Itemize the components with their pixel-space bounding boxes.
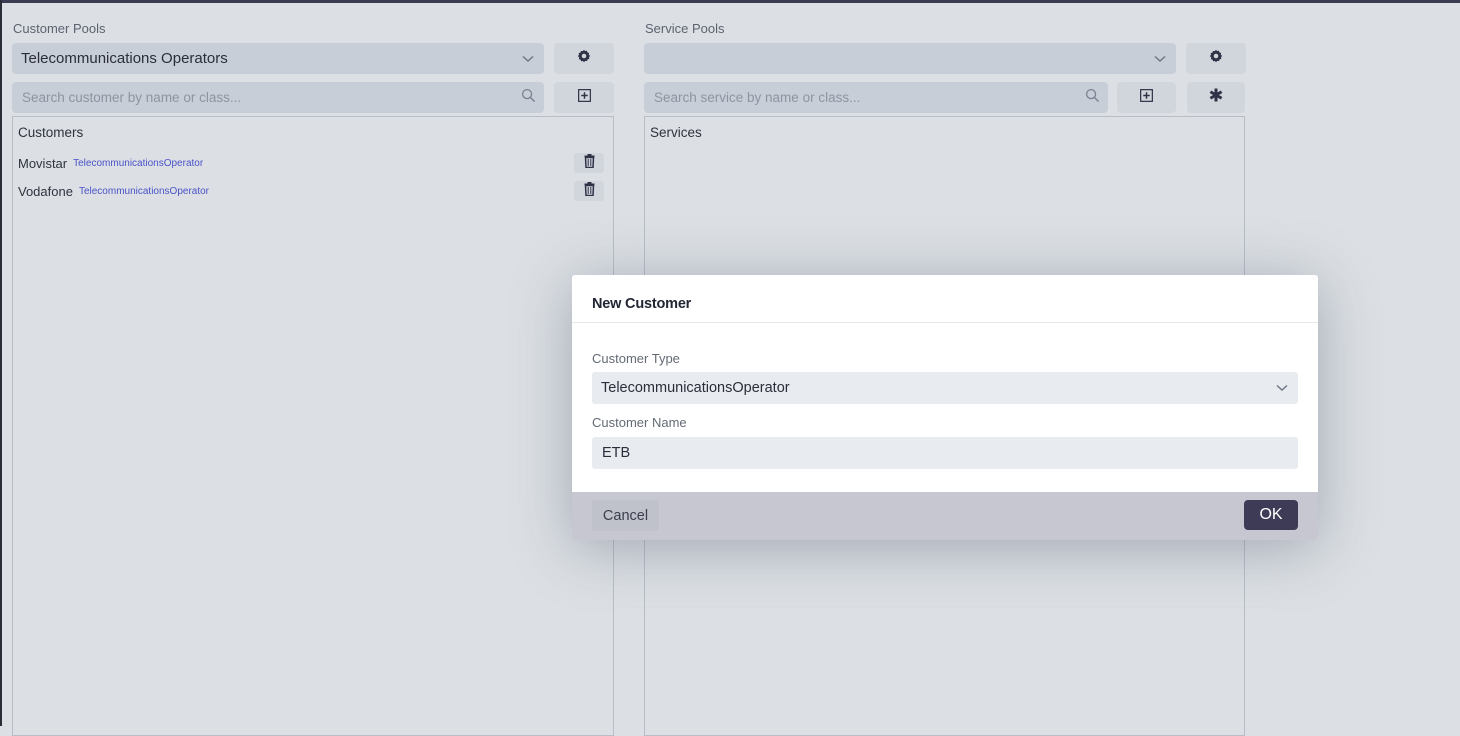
customers-list-panel: Customers Movistar TelecommunicationsOpe… bbox=[12, 116, 614, 736]
customer-name-input[interactable] bbox=[600, 444, 1290, 462]
delete-customer-button[interactable] bbox=[574, 181, 604, 201]
cancel-button[interactable]: Cancel bbox=[592, 500, 659, 531]
plus-square-icon bbox=[1140, 88, 1153, 107]
trash-icon bbox=[584, 181, 595, 201]
dialog-footer: Cancel OK bbox=[572, 492, 1318, 540]
customer-list-item[interactable]: Vodafone TelecommunicationsOperator bbox=[18, 180, 608, 202]
trash-icon bbox=[584, 153, 595, 173]
dialog-title: New Customer bbox=[592, 296, 692, 312]
gear-icon bbox=[577, 49, 591, 68]
service-pool-settings-button[interactable] bbox=[1186, 43, 1246, 74]
plus-square-icon bbox=[577, 88, 591, 107]
gear-icon bbox=[1209, 49, 1223, 68]
chevron-down-icon bbox=[1153, 52, 1167, 66]
service-search-input[interactable] bbox=[652, 89, 1085, 106]
search-icon bbox=[521, 88, 536, 108]
customer-pool-settings-button[interactable] bbox=[554, 43, 614, 74]
chevron-down-icon bbox=[521, 52, 535, 66]
customer-search-input[interactable] bbox=[20, 89, 521, 106]
customer-pools-label: Customer Pools bbox=[13, 21, 106, 36]
customer-search-field[interactable] bbox=[12, 82, 544, 113]
service-pools-label: Service Pools bbox=[645, 21, 725, 36]
customer-name-field[interactable] bbox=[592, 437, 1298, 469]
customer-type-select[interactable]: TelecommunicationsOperator bbox=[592, 372, 1298, 404]
customer-pool-selected: Telecommunications Operators bbox=[21, 50, 228, 67]
search-icon bbox=[1085, 88, 1100, 108]
services-list-title: Services bbox=[650, 125, 702, 140]
top-border bbox=[0, 0, 1460, 3]
customer-type-value: TelecommunicationsOperator bbox=[601, 380, 790, 396]
customer-class[interactable]: TelecommunicationsOperator bbox=[73, 158, 203, 169]
asterisk-icon bbox=[1209, 88, 1223, 107]
customers-list-title: Customers bbox=[18, 125, 84, 140]
customer-pool-select[interactable]: Telecommunications Operators bbox=[12, 43, 544, 74]
dialog-divider bbox=[572, 322, 1318, 323]
chevron-down-icon bbox=[1275, 381, 1289, 395]
customer-name: Movistar bbox=[18, 155, 68, 171]
new-customer-dialog: New Customer Customer Type Telecommunica… bbox=[572, 275, 1318, 540]
add-customer-button[interactable] bbox=[554, 82, 614, 113]
service-pool-select[interactable] bbox=[644, 43, 1176, 74]
service-extra-button[interactable] bbox=[1187, 82, 1245, 113]
service-search-field[interactable] bbox=[644, 82, 1108, 113]
delete-customer-button[interactable] bbox=[574, 153, 604, 173]
add-service-button[interactable] bbox=[1117, 82, 1176, 113]
customer-list-item[interactable]: Movistar TelecommunicationsOperator bbox=[18, 152, 608, 174]
customer-class[interactable]: TelecommunicationsOperator bbox=[79, 186, 209, 197]
ok-button[interactable]: OK bbox=[1244, 500, 1298, 530]
customer-type-label: Customer Type bbox=[592, 351, 680, 366]
customer-name: Vodafone bbox=[18, 183, 73, 199]
customer-name-label: Customer Name bbox=[592, 415, 687, 430]
left-border bbox=[0, 0, 2, 726]
